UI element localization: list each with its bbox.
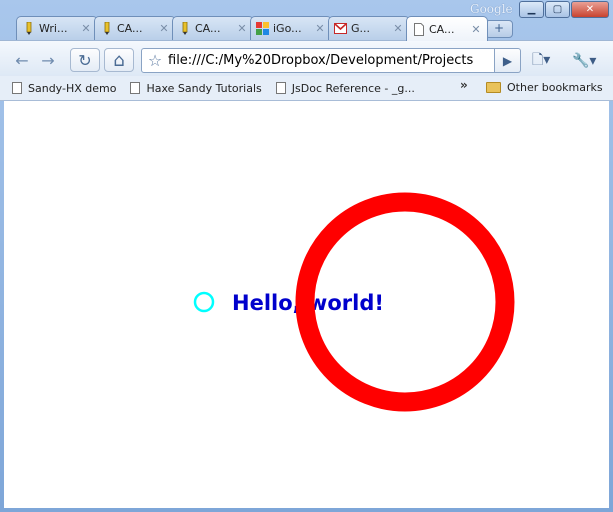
address-bar[interactable]: ☆ file:///C:/My%20Dropbox/Development/Pr… [141, 48, 495, 73]
tab-title: iGo... [273, 22, 302, 35]
close-icon[interactable]: ✕ [157, 22, 171, 35]
tab-1[interactable]: Wri... ✕ [16, 16, 98, 40]
tab-title: G... [351, 22, 371, 35]
canvas: Hello, world! [193, 192, 515, 412]
bookmarks-overflow-button[interactable]: » [460, 78, 468, 92]
tools-menu-button[interactable]: 🔧▾ [572, 50, 596, 72]
tab-5[interactable]: G... ✕ [328, 16, 410, 40]
close-icon[interactable]: ✕ [235, 22, 249, 35]
tab-3[interactable]: CA... ✕ [172, 16, 254, 40]
tab-title: CA... [429, 22, 455, 36]
bookmark-item[interactable]: Haxe Sandy Tutorials [130, 81, 262, 95]
star-icon[interactable]: ☆ [142, 51, 168, 70]
go-button[interactable]: ▶ [495, 48, 521, 73]
close-icon[interactable]: ✕ [79, 22, 93, 35]
bookmark-label: Sandy-HX demo [28, 81, 117, 95]
reload-button[interactable]: ↻ [70, 48, 100, 72]
page-icon [412, 22, 425, 36]
other-bookmarks-button[interactable]: Other bookmarks [486, 81, 603, 94]
page-menu-button[interactable]: 🗋▾ [532, 50, 550, 72]
gmail-icon [334, 22, 347, 35]
page-content: Hello, world! [4, 101, 609, 508]
back-button[interactable]: ← [10, 48, 34, 72]
brand-label: Google [470, 2, 513, 16]
toolbar: ← → ↻ ⌂ ☆ file:///C:/My%20Dropbox/Develo… [0, 40, 613, 77]
close-icon[interactable]: ✕ [313, 22, 327, 35]
tab-title: Wri... [39, 22, 68, 35]
small-circle [193, 291, 215, 313]
bookmark-label: JsDoc Reference - _g... [291, 81, 415, 95]
browser-window: Google ▁ ▢ ✕ Wri... ✕ CA... ✕ CA... ✕ iG… [0, 0, 613, 512]
url-text[interactable]: file:///C:/My%20Dropbox/Development/Proj… [168, 53, 473, 68]
tab-2[interactable]: CA... ✕ [94, 16, 176, 40]
folder-icon [486, 82, 501, 93]
close-icon[interactable]: ✕ [391, 22, 405, 35]
tab-strip: Wri... ✕ CA... ✕ CA... ✕ iGo... ✕ G... ✕… [8, 16, 608, 41]
page-icon [12, 82, 22, 94]
tab-6-active[interactable]: CA... ✕ [406, 16, 488, 41]
pencil-icon [100, 22, 113, 35]
google-icon [256, 22, 269, 35]
bookmark-item[interactable]: Sandy-HX demo [12, 82, 116, 95]
forward-button[interactable]: → [36, 48, 60, 72]
tab-title: CA... [195, 22, 221, 35]
new-tab-button[interactable]: + [485, 20, 513, 38]
pencil-icon [22, 22, 35, 35]
page-icon [275, 82, 286, 94]
bookmark-item[interactable]: JsDoc Reference - _g... [275, 81, 415, 95]
tab-title: CA... [117, 22, 143, 35]
pencil-icon [178, 22, 191, 35]
bookmark-label: Haxe Sandy Tutorials [146, 81, 262, 95]
page-icon [130, 82, 141, 94]
home-button[interactable]: ⌂ [104, 48, 134, 72]
bookmarks-bar: Sandy-HX demo Haxe Sandy Tutorials JsDoc… [0, 76, 613, 101]
other-bookmarks-label: Other bookmarks [507, 81, 603, 94]
close-icon[interactable]: ✕ [469, 23, 483, 36]
tab-4[interactable]: iGo... ✕ [250, 16, 332, 40]
